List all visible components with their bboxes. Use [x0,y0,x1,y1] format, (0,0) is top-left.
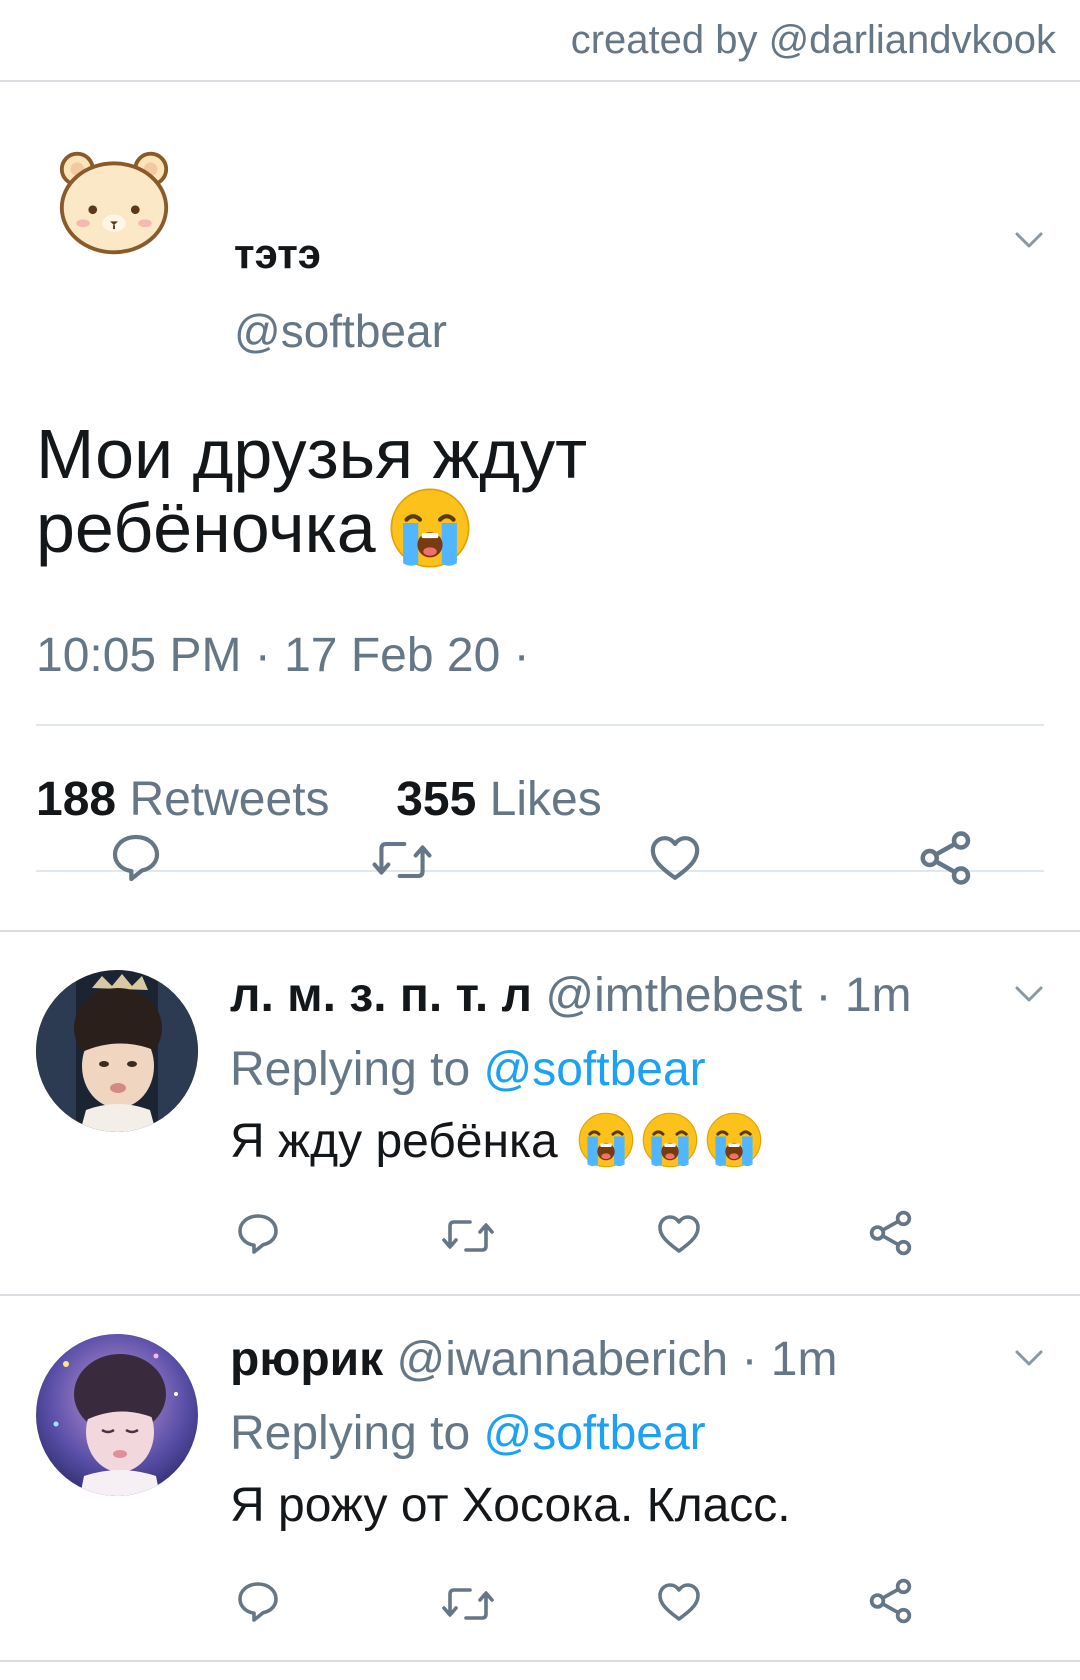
loudly-crying-face-icon [641,1112,699,1169]
divider [36,870,1044,872]
loudly-crying-face-icon [388,486,472,570]
replying-to-link[interactable]: @softbear [483,1043,705,1096]
replying-to: Replying to @softbear [230,1042,706,1097]
like-icon[interactable] [654,1578,704,1626]
replying-to: Replying to @softbear [230,1406,706,1461]
reply-tweet[interactable]: рюрик @iwannaberich · 1m Replying to @so… [0,1296,1080,1660]
chevron-down-icon[interactable] [1014,1348,1044,1368]
like-icon[interactable] [646,830,704,886]
retweet-icon[interactable] [440,1212,496,1260]
bear-face-avatar[interactable] [56,144,172,260]
retweets-label[interactable]: Retweets [129,773,329,826]
like-icon[interactable] [654,1210,704,1258]
reply-text-content: Я жду ребёнка [230,1115,558,1168]
tweet-stats: 188 Retweets 355 Likes [36,772,602,827]
likes-label[interactable]: Likes [490,773,602,826]
author-name[interactable]: тэтэ [234,230,321,278]
loudly-crying-face-icon [577,1112,635,1169]
likes-count[interactable]: 355 [396,773,476,826]
retweet-icon[interactable] [370,832,434,888]
reply-header: рюрик @iwannaberich · 1m [230,1332,837,1387]
tweet-text: Мои друзья ждут ребёночка [36,417,1036,576]
avatar[interactable] [36,1334,198,1496]
reply-author-handle[interactable]: @iwannaberich [397,1333,729,1386]
reply-icon[interactable] [234,1578,282,1626]
reply-icon[interactable] [108,830,164,886]
retweet-icon[interactable] [440,1580,496,1628]
avatar[interactable] [36,970,198,1132]
reply-text: Я рожу от Хосока. Класс. [230,1479,791,1532]
share-icon[interactable] [866,1576,916,1626]
reply-time: · 1m [741,1333,838,1386]
replying-prefix: Replying to [230,1043,471,1096]
tweet-timestamp[interactable]: 10:05 PM · 17 Feb 20 · [36,628,530,683]
share-icon[interactable] [916,828,976,888]
reply-author-name[interactable]: рюрик [230,1333,383,1386]
section-separator [0,1660,1080,1662]
replying-prefix: Replying to [230,1407,471,1460]
tweet-text-line-2: ребёночка [36,491,1036,576]
tweet-text-line-2-text: ребёночка [36,489,376,567]
loudly-crying-face-icon [705,1112,763,1169]
reply-header: л. м. з. п. т. л @imthebest · 1m [230,968,912,1023]
reply-tweet[interactable]: л. м. з. п. т. л @imthebest · 1m Replyin… [0,932,1080,1294]
reply-author-name[interactable]: л. м. з. п. т. л [230,969,532,1022]
reply-text: Я жду ребёнка [230,1112,763,1173]
reply-time: · 1m [815,969,912,1022]
author-handle[interactable]: @softbear [234,304,447,358]
retweets-count[interactable]: 188 [36,773,116,826]
chevron-down-icon[interactable] [1014,230,1044,250]
divider [36,724,1044,726]
main-tweet: тэтэ @softbear Мои друзья ждут ребёночка… [0,82,1080,932]
chevron-down-icon[interactable] [1014,984,1044,1004]
reply-author-handle[interactable]: @imthebest [545,969,802,1022]
tweet-text-line-1: Мои друзья ждут [36,415,588,493]
reply-icon[interactable] [234,1210,282,1258]
credit-label: created by @darliandvkook [570,18,1056,62]
share-icon[interactable] [866,1208,916,1258]
replying-to-link[interactable]: @softbear [483,1407,705,1460]
